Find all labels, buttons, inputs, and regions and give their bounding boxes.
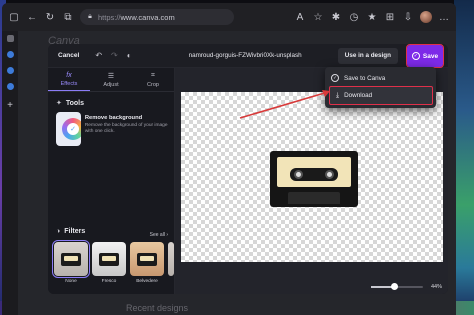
refresh-icon[interactable]: ↻ [44, 11, 56, 23]
filter-icon: ◑ [56, 228, 61, 235]
use-in-design-button[interactable]: Use in a design [337, 47, 398, 64]
browser-sidebar: + [2, 31, 18, 315]
filter-label: Fresco [101, 279, 117, 284]
cassette-reel [325, 170, 334, 179]
tools-heading: ✦ Tools [56, 99, 85, 108]
sidebar-app-icon-2[interactable] [6, 83, 14, 90]
cassette-thumbnail [137, 252, 157, 266]
url-host: www.canva.com [120, 12, 175, 22]
download-label: Download [344, 92, 373, 99]
sidebar-tab-icon[interactable] [6, 35, 14, 42]
undo-icon[interactable]: ↶ [95, 51, 102, 60]
filter-none[interactable]: None [52, 240, 90, 284]
remove-background-description: Remove the background of your image with… [84, 123, 168, 134]
save-label: Save [422, 52, 439, 60]
save-to-canva-option[interactable]: ✓ Save to Canva [331, 71, 385, 85]
tab-label: Crop [147, 81, 159, 88]
cassette-thumbnail [99, 252, 119, 266]
tab-label: Adjust [103, 81, 119, 88]
zoom-percentage: 44% [430, 284, 442, 290]
redo-icon[interactable]: ↷ [111, 51, 118, 60]
check-circle-icon: ✓ [331, 74, 339, 82]
downloads-icon[interactable]: ⇩ [402, 11, 414, 23]
tabs-icon[interactable]: ⧉ [62, 11, 74, 23]
favorites-icon[interactable]: ★ [366, 11, 378, 23]
remove-background-tool[interactable]: ✓ Remove background Remove the backgroun… [56, 112, 168, 148]
tab-effects[interactable]: fx Effects [48, 68, 90, 91]
sliders-icon: ☰ [107, 72, 115, 80]
see-all-label: See all [149, 232, 165, 238]
reader-icon[interactable]: A [294, 11, 306, 23]
lock-icon: 🔒︎ [88, 13, 92, 20]
magic-icon: ✦ [56, 100, 62, 107]
tab-adjust[interactable]: ☰ Adjust [90, 68, 132, 91]
history-icon[interactable]: ◷ [348, 11, 360, 23]
profile-avatar[interactable] [420, 11, 432, 23]
sidebar-add-icon[interactable]: + [4, 99, 16, 111]
see-all-link[interactable]: See all › [150, 232, 168, 238]
cassette-image [270, 151, 358, 207]
filter-label: None [65, 279, 77, 284]
filter-thumbnail [52, 240, 90, 278]
url-protocol: https:// [98, 12, 121, 22]
filter-fresco[interactable]: Fresco [92, 242, 126, 284]
filter-list: None Fresco Belvedere [52, 240, 174, 284]
file-name: namroud-gorguis-FZWivbri0Xk-unsplash [188, 52, 302, 59]
save-button[interactable]: ✓ Save [406, 44, 444, 68]
desktop-backdrop-right [454, 0, 474, 315]
cassette-reel [294, 170, 303, 179]
tab-actions-icon[interactable]: ▢ [8, 11, 20, 23]
screen: ▢ ← ↻ ⧉ 🔒︎ https://www.canva.com A ☆ ✱ ◷… [0, 0, 474, 315]
extensions-icon[interactable]: ✱ [330, 11, 342, 23]
remove-background-text: Remove background Remove the background … [85, 112, 168, 148]
remove-background-thumbnail: ✓ [56, 112, 81, 146]
panel-tabs: fx Effects ☰ Adjust ⌗ Crop [48, 68, 174, 92]
address-bar[interactable]: 🔒︎ https://www.canva.com [80, 9, 234, 25]
cancel-button[interactable]: Cancel [58, 52, 79, 59]
annotation-arrow [239, 90, 330, 119]
crop-icon: ⌗ [151, 71, 155, 79]
arrow-line [239, 91, 329, 119]
tools-title: Tools [65, 99, 85, 107]
filters-heading: ◑ Filters [56, 228, 85, 235]
tab-crop[interactable]: ⌗ Crop [132, 68, 174, 91]
recent-designs-heading: Recent designs [126, 303, 189, 313]
favorite-icon[interactable]: ☆ [312, 11, 324, 23]
effects-panel: fx Effects ☰ Adjust ⌗ Crop ✦ Tools ✓ Rem… [48, 68, 175, 294]
back-icon[interactable]: ← [26, 11, 38, 23]
filter-thumbnail [168, 242, 174, 276]
browser-toolbar: ▢ ← ↻ ⧉ 🔒︎ https://www.canva.com A ☆ ✱ ◷… [2, 3, 456, 31]
fx-icon: fx [66, 71, 72, 79]
filter-thumbnail [92, 242, 126, 276]
compare-icon[interactable]: ◐ [127, 51, 132, 60]
cassette-window [290, 168, 338, 181]
download-option[interactable]: ⤓ Download [329, 86, 433, 105]
check-badge-icon: ✓ [67, 123, 79, 135]
zoom-controls: 44% [175, 280, 448, 294]
cassette-thumbnail [61, 252, 81, 266]
zoom-slider[interactable] [370, 283, 423, 290]
filter-belvedere[interactable]: Belvedere [130, 242, 164, 284]
tab-label: Effects [60, 80, 78, 87]
filter-next[interactable] [168, 242, 174, 284]
filter-label: Belvedere [136, 279, 158, 284]
sidebar-edge-icon[interactable] [6, 51, 14, 58]
sidebar-app-icon[interactable] [6, 67, 14, 74]
cassette-bottom [288, 192, 340, 204]
filter-thumbnail [130, 242, 164, 276]
collections-icon[interactable]: ⊞ [384, 11, 396, 23]
download-icon: ⤓ [336, 91, 340, 99]
zoom-slider-handle[interactable] [390, 283, 398, 290]
remove-background-name: Remove background [84, 115, 143, 121]
editor-toolbar: Cancel ↶ ↷ ◐ namroud-gorguis-FZWivbri0Xk… [48, 44, 448, 68]
check-icon: ✓ [411, 52, 420, 60]
filters-title: Filters [64, 228, 86, 235]
more-icon[interactable]: … [438, 11, 450, 23]
save-to-canva-label: Save to Canva [344, 74, 386, 82]
